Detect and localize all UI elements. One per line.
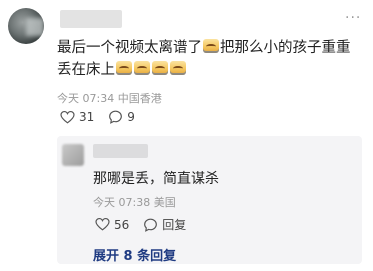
comment-count: 9 <box>127 110 135 124</box>
crying-emoji-icon <box>170 61 186 75</box>
post-meta: 今天 07:34 中国香港 <box>57 90 162 106</box>
crying-emoji-icon <box>116 61 132 75</box>
comment-button[interactable]: 9 <box>108 110 135 124</box>
post-time: 今天 07:34 <box>57 92 115 105</box>
reply-actions: 56 回复 <box>95 216 200 233</box>
reply-text: 那哪是丢，简直谋杀 <box>93 171 219 187</box>
reply-like-count: 56 <box>114 217 130 232</box>
post-text: 最后一个视频太离谱了 把那么小的孩子重重丢在床上 <box>57 37 363 81</box>
more-dots-icon[interactable]: ··· <box>345 10 361 26</box>
crying-emoji-icon <box>152 61 168 75</box>
username-redacted <box>60 10 122 28</box>
reply-label: 回复 <box>162 218 187 232</box>
reply-username-redacted <box>93 144 148 158</box>
reply-thread: 那哪是丢，简直谋杀 今天 07:38 美国 56 回复 展开 8 条回复 <box>57 136 362 264</box>
comment-bubble-icon <box>144 218 158 232</box>
reply-location: 美国 <box>153 196 176 209</box>
user-avatar[interactable] <box>8 8 44 44</box>
post-actions: 31 9 <box>60 110 149 124</box>
heart-icon <box>95 218 110 231</box>
reply-reply-button[interactable]: 回复 <box>143 216 186 233</box>
crying-emoji-icon <box>134 61 150 75</box>
like-count: 31 <box>79 110 95 124</box>
reply-meta: 今天 07:38 美国 <box>93 194 176 210</box>
avatar-blur <box>26 18 44 36</box>
comment-bubble-icon <box>109 110 123 124</box>
post-text-part1: 最后一个视频太离谱了 <box>57 40 202 56</box>
expand-replies-link[interactable]: 展开 8 条回复 <box>93 245 176 264</box>
reply-like-button[interactable]: 56 <box>95 218 129 232</box>
reply-time: 今天 07:38 <box>93 196 151 209</box>
crying-emoji-icon <box>203 39 219 53</box>
reply-avatar[interactable] <box>62 144 84 166</box>
like-button[interactable]: 31 <box>60 110 94 124</box>
heart-icon <box>60 110 75 124</box>
post-location: 中国香港 <box>117 92 162 105</box>
